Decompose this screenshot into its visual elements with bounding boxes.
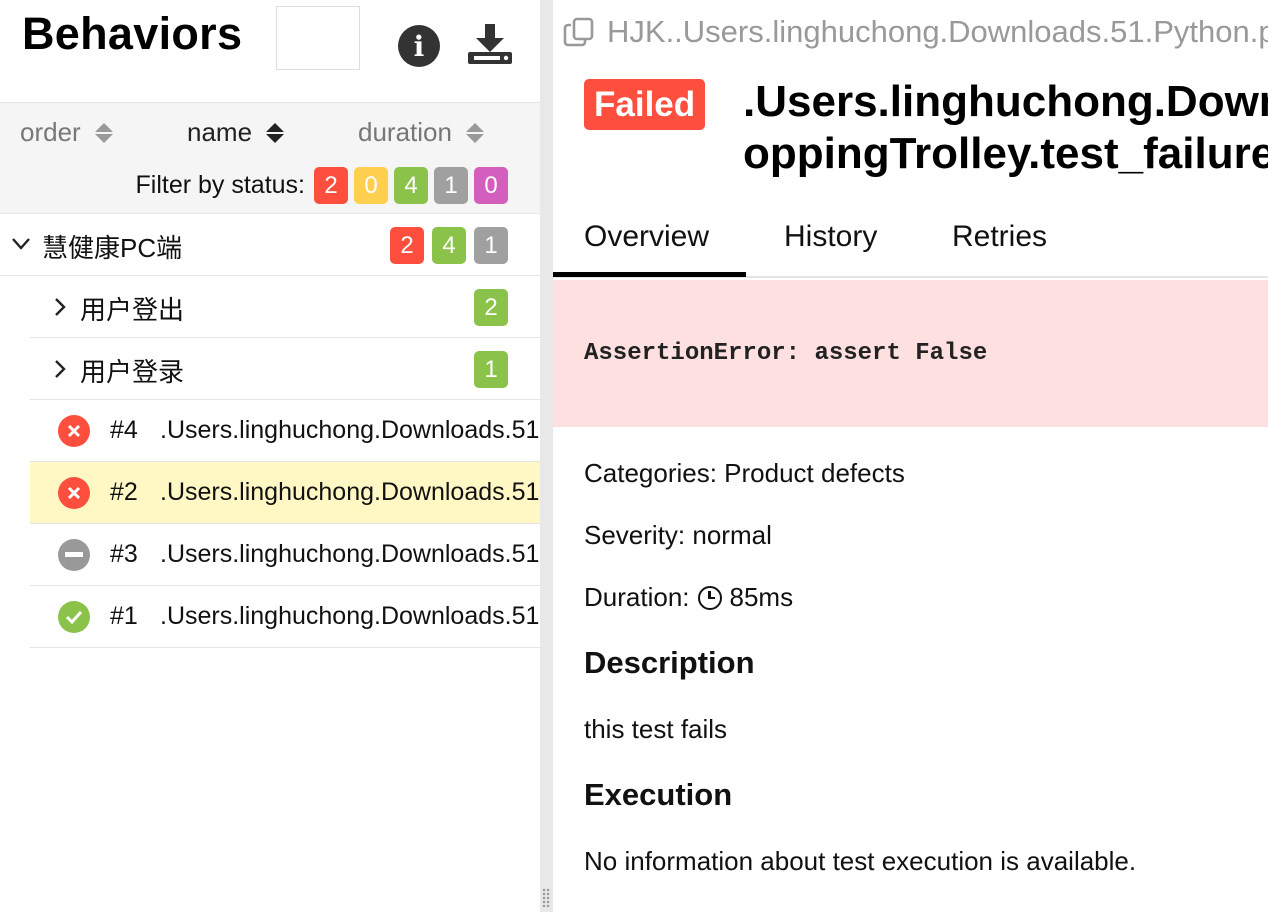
failed-status-icon: [58, 415, 90, 447]
execution-heading: Execution: [584, 777, 733, 812]
test-row[interactable]: #3 .Users.linghuchong.Downloads.51.Pytho…: [30, 524, 540, 586]
sort-bar: order name duration Filter by status: 2 …: [0, 102, 540, 214]
execution-text: No information about test execution is a…: [584, 846, 1137, 876]
tree-group-label: 用户登录: [80, 357, 185, 387]
severity-line: Severity: normal: [584, 520, 772, 550]
filter-label: Filter by status:: [135, 171, 306, 199]
error-message-box: AssertionError: assert False: [553, 280, 1268, 427]
active-tab-indicator: [553, 272, 746, 277]
passed-count-badge: 4: [432, 227, 466, 264]
error-message: AssertionError: assert False: [584, 340, 988, 367]
duration-label: Duration:: [584, 582, 690, 612]
test-name: .Users.linghuchong.Downloads.51.Python.p…: [160, 478, 540, 506]
sort-by-duration[interactable]: duration: [358, 117, 484, 148]
duration-value: 85ms: [729, 582, 794, 612]
sort-arrows-icon: [94, 122, 113, 143]
clock-icon: [697, 585, 722, 610]
download-icon[interactable]: [466, 22, 514, 66]
sort-duration-label: duration: [358, 117, 452, 147]
test-row[interactable]: #4 .Users.linghuchong.Downloads.51.Pytho…: [30, 400, 540, 462]
allure-report: Behaviors i order name duration Filter b…: [0, 0, 1268, 912]
sort-arrows-icon: [266, 122, 285, 143]
tab-overview[interactable]: Overview: [584, 220, 709, 254]
tree-group-root[interactable]: 慧健康PC端 2 4 1: [0, 214, 540, 276]
test-order: #3: [110, 540, 138, 568]
title-line: .Users.linghuchong.Downloads.51.Python.s…: [743, 77, 1268, 126]
breadcrumb: HJK..Users.linghuchong.Downloads.51.Pyth…: [563, 14, 1268, 50]
copy-icon[interactable]: [563, 17, 597, 47]
behaviors-tree: 慧健康PC端 2 4 1 用户登出 2 用户登录 1 #4 .Users.lin…: [0, 214, 540, 648]
categories-line: Categories: Product defects: [584, 458, 905, 488]
status-filter: Filter by status: 2 0 4 1 0: [135, 167, 508, 204]
tab-retries[interactable]: Retries: [952, 220, 1047, 254]
detail-tabs: Overview History Retries: [553, 210, 1268, 278]
description-heading: Description: [584, 645, 755, 680]
passed-count-badge: 1: [474, 351, 508, 388]
test-detail-pane: HJK..Users.linghuchong.Downloads.51.Pyth…: [553, 0, 1268, 912]
test-name: .Users.linghuchong.Downloads.51.Python.p…: [160, 416, 540, 444]
skipped-count-badge: 1: [474, 227, 508, 264]
tree-group-label: 用户登出: [80, 295, 185, 325]
test-row-selected[interactable]: #2 .Users.linghuchong.Downloads.51.Pytho…: [30, 462, 540, 524]
test-row[interactable]: #1 .Users.linghuchong.Downloads.51.Pytho…: [30, 586, 540, 648]
sort-by-name[interactable]: name: [187, 117, 285, 148]
test-order: #1: [110, 602, 138, 630]
group-counts: 1: [474, 351, 508, 388]
drag-handle-icon[interactable]: [542, 888, 551, 908]
filter-unknown-toggle[interactable]: 0: [474, 167, 508, 204]
filter-skipped-toggle[interactable]: 1: [434, 167, 468, 204]
test-order: #2: [110, 478, 138, 506]
pane-title: Behaviors: [22, 8, 243, 59]
info-icon[interactable]: i: [398, 25, 440, 67]
passed-count-badge: 2: [474, 289, 508, 326]
breadcrumb-text: HJK..Users.linghuchong.Downloads.51.Pyth…: [607, 14, 1268, 49]
title-line: oppingTrolley.test_failure: [743, 129, 1268, 178]
filter-broken-toggle[interactable]: 0: [354, 167, 388, 204]
tab-history[interactable]: History: [784, 220, 877, 254]
test-order: #4: [110, 416, 138, 444]
filter-failed-toggle[interactable]: 2: [314, 167, 348, 204]
passed-status-icon: [58, 601, 90, 633]
group-counts: 2 4 1: [390, 227, 508, 264]
chevron-down-icon: [12, 238, 30, 250]
duration-line: Duration: 85ms: [584, 582, 793, 613]
skipped-status-icon: [58, 539, 90, 571]
search-input[interactable]: [276, 6, 360, 70]
test-name: .Users.linghuchong.Downloads.51.Python.p…: [160, 602, 540, 630]
tree-group-logout[interactable]: 用户登出 2: [30, 276, 540, 338]
failed-count-badge: 2: [390, 227, 424, 264]
sort-arrows-icon: [465, 122, 484, 143]
sort-order-label: order: [20, 117, 81, 147]
filter-passed-toggle[interactable]: 4: [394, 167, 428, 204]
page-title: .Users.linghuchong.Downloads.51.Python.s…: [743, 76, 1268, 180]
sort-name-label: name: [187, 117, 253, 147]
test-name: .Users.linghuchong.Downloads.51.Python.p…: [160, 540, 540, 568]
failed-status-icon: [58, 477, 90, 509]
tree-group-login[interactable]: 用户登录 1: [30, 338, 540, 400]
behaviors-pane: Behaviors i order name duration Filter b…: [0, 0, 540, 912]
chevron-right-icon: [55, 360, 66, 378]
group-counts: 2: [474, 289, 508, 326]
pane-splitter[interactable]: [540, 0, 553, 912]
sort-by-order[interactable]: order: [20, 117, 113, 148]
description-text: this test fails: [584, 714, 728, 744]
chevron-right-icon: [55, 298, 66, 316]
status-badge: Failed: [584, 79, 706, 130]
tree-group-label: 慧健康PC端: [42, 233, 183, 263]
pane-header: Behaviors i: [0, 0, 540, 102]
